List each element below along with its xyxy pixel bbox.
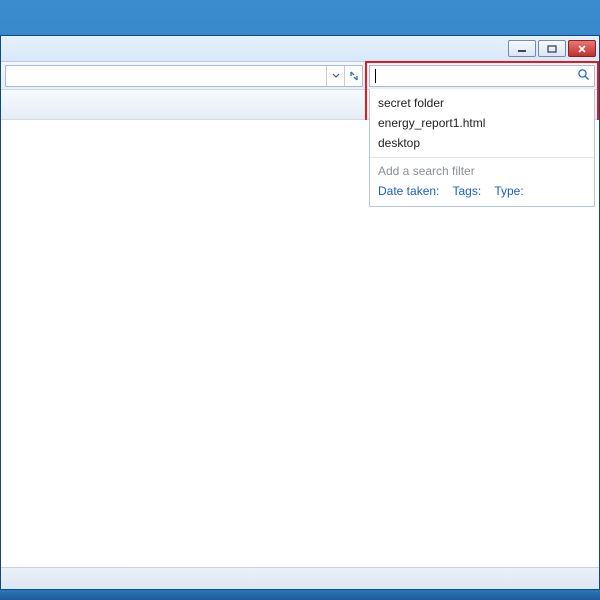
search-history-item[interactable]: secret folder (370, 93, 594, 113)
search-wrap: secret folder energy_report1.html deskto… (369, 65, 595, 87)
address-bar[interactable] (5, 65, 363, 87)
search-suggestions-dropdown: secret folder energy_report1.html deskto… (369, 89, 595, 207)
minimize-button[interactable] (508, 40, 536, 57)
chevron-down-icon (332, 73, 340, 79)
close-button[interactable] (568, 40, 596, 57)
filter-date-taken[interactable]: Date taken: (378, 184, 439, 198)
address-bar-row: secret folder energy_report1.html deskto… (1, 62, 599, 90)
filter-hint-label: Add a search filter (370, 162, 594, 182)
text-cursor (375, 69, 376, 83)
status-bar (1, 567, 599, 589)
refresh-icon (348, 70, 360, 82)
filter-row: Date taken: Tags: Type: (370, 182, 594, 200)
taskbar-edge (0, 590, 600, 600)
refresh-button[interactable] (344, 66, 362, 86)
search-history-item[interactable]: energy_report1.html (370, 113, 594, 133)
search-input[interactable] (369, 65, 595, 87)
close-icon (577, 45, 587, 53)
search-history-item[interactable]: desktop (370, 133, 594, 153)
titlebar (1, 36, 599, 62)
filter-type[interactable]: Type: (494, 184, 523, 198)
minimize-icon (517, 45, 527, 53)
search-icon (577, 68, 590, 84)
address-dropdown-button[interactable] (326, 66, 344, 86)
filter-tags[interactable]: Tags: (453, 184, 482, 198)
explorer-window: secret folder energy_report1.html deskto… (0, 35, 600, 590)
maximize-button[interactable] (538, 40, 566, 57)
maximize-icon (547, 45, 557, 53)
divider (370, 157, 594, 158)
